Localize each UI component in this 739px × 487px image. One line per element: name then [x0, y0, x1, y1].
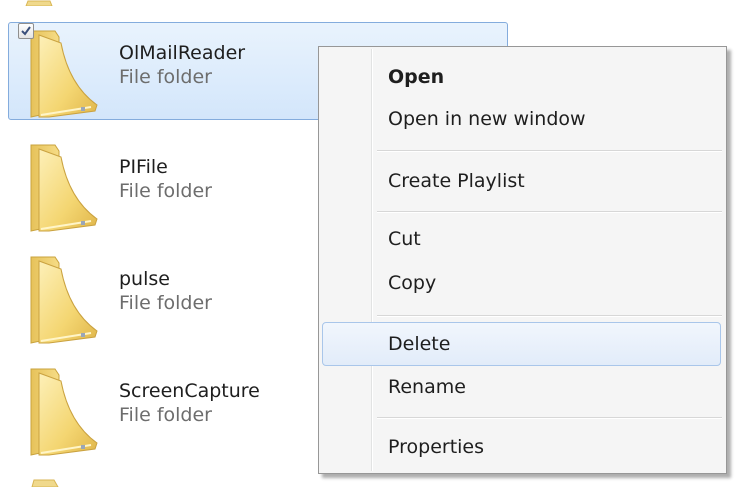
file-type: File folder	[119, 66, 212, 88]
menu-item-properties[interactable]: Properties	[322, 425, 721, 469]
file-name: pulse	[119, 268, 170, 290]
menu-separator	[377, 417, 722, 419]
explorer-view: OlMailReader File folder PIFile File fol…	[0, 0, 739, 487]
context-menu: Open Open in new window Create Playlist …	[318, 46, 727, 474]
folder-icon	[30, 256, 98, 344]
file-type: File folder	[119, 292, 212, 314]
file-name: OlMailReader	[119, 42, 246, 64]
file-item-text: PIFile File folder	[119, 155, 212, 203]
menu-item-label: Open	[388, 66, 445, 88]
menu-item-create-playlist[interactable]: Create Playlist	[322, 159, 721, 203]
folder-icon-partial	[25, 0, 53, 6]
menu-separator	[377, 150, 722, 152]
menu-item-copy[interactable]: Copy	[322, 261, 721, 305]
menu-item-label: Open in new window	[388, 108, 586, 130]
file-type: File folder	[119, 404, 212, 426]
menu-item-label: Rename	[388, 376, 466, 398]
menu-item-delete[interactable]: Delete	[322, 322, 721, 366]
menu-item-label: Copy	[388, 272, 437, 294]
menu-item-open[interactable]: Open	[322, 55, 721, 99]
file-item-text: OlMailReader File folder	[119, 41, 245, 89]
folder-icon-partial	[31, 479, 59, 487]
folder-icon	[30, 30, 98, 118]
menu-item-label: Create Playlist	[388, 170, 525, 192]
file-item-text: pulse File folder	[119, 267, 212, 315]
selection-checkbox[interactable]	[18, 23, 34, 39]
folder-icon	[30, 368, 98, 456]
menu-separator	[377, 211, 722, 213]
menu-item-label: Delete	[388, 333, 451, 355]
checkmark-icon	[21, 26, 31, 36]
file-type: File folder	[119, 180, 212, 202]
file-item-text: ScreenCapture File folder	[119, 379, 260, 427]
menu-item-cut[interactable]: Cut	[322, 217, 721, 261]
file-name: ScreenCapture	[119, 380, 260, 402]
menu-item-open-in-new-window[interactable]: Open in new window	[322, 97, 721, 141]
menu-separator	[377, 315, 722, 317]
menu-item-rename[interactable]: Rename	[322, 365, 721, 409]
folder-icon	[30, 144, 98, 232]
file-name: PIFile	[119, 156, 168, 178]
menu-item-label: Properties	[388, 436, 485, 458]
menu-item-label: Cut	[388, 228, 421, 250]
